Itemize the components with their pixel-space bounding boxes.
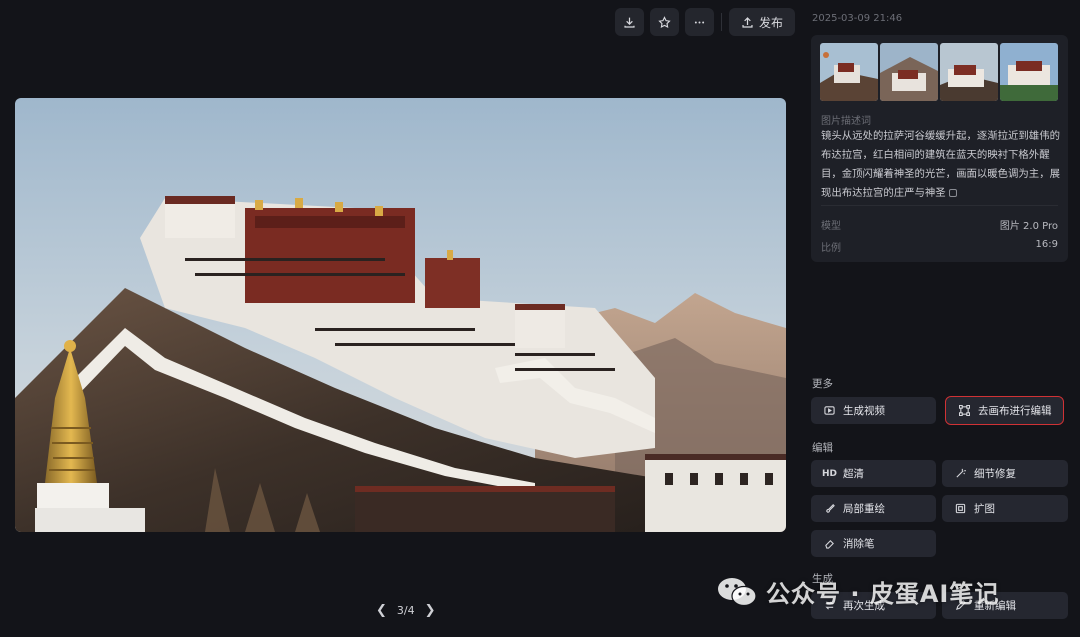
model-row: 模型 图片 2.0 Pro [821,217,1058,232]
brush-icon [824,503,835,514]
edit-section-title: 编辑 [812,442,833,454]
expand-image-button[interactable]: 扩图 [942,495,1068,522]
detail-fix-label: 细节修复 [974,468,1016,480]
expand-icon [955,503,966,514]
generate-video-label: 生成视频 [843,405,885,417]
hd-icon: HD [822,468,838,479]
more-button[interactable] [685,8,714,36]
detail-fix-button[interactable]: 细节修复 [942,460,1068,487]
star-icon [658,15,671,28]
publish-label: 发布 [759,15,784,30]
description-label: 图片描述词 [821,116,871,127]
generate-video-button[interactable]: 生成视频 [811,397,936,424]
publish-button[interactable]: 发布 [729,8,796,36]
info-card: 图片描述词 镜头从远处的拉萨河谷缓缓升起，逐渐拉近到雄伟的布达拉宫，红白相间的建… [811,35,1068,262]
more-icon [694,21,705,23]
edit-on-canvas-label: 去画布进行编辑 [978,405,1052,417]
ratio-value: 16:9 [1035,239,1058,250]
wechat-logo-icon [718,577,757,606]
model-value: 图片 2.0 Pro [999,221,1058,232]
watermark: 公众号 · 皮蛋AI笔记 [716,574,999,609]
edit-on-canvas-button[interactable]: 去画布进行编辑 [945,396,1064,425]
magic-wand-icon [955,468,966,479]
image-pager: ❮ 3/4 ❯ [376,603,436,618]
description-text: 镜头从远处的拉萨河谷缓缓升起，逐渐拉近到雄伟的布达拉宫，红白相间的建筑在蓝天的映… [821,130,1060,199]
expand-label: 扩图 [974,503,995,515]
eraser-button[interactable]: 消除笔 [811,530,936,557]
copy-icon[interactable] [948,189,957,197]
download-icon [624,17,635,28]
hd-upscale-button[interactable]: HD 超清 [811,460,936,487]
thumbnail[interactable] [880,43,938,101]
partial-redraw-button[interactable]: 局部重绘 [811,495,936,522]
favorite-button[interactable] [650,8,679,36]
upload-icon [742,16,753,28]
model-label: 模型 [821,221,841,232]
pager-count: 3/4 [396,604,415,617]
top-toolbar: 发布 [615,8,796,36]
divider [821,205,1058,206]
main-image[interactable] [15,98,786,532]
thumbnail[interactable] [940,43,998,101]
eraser-label: 消除笔 [843,538,875,550]
download-button[interactable] [615,8,644,36]
ratio-label: 比例 [821,243,841,254]
eraser-icon [824,538,835,549]
video-icon [824,405,835,416]
canvas-icon [959,405,970,416]
prev-arrow-icon[interactable]: ❮ [376,603,387,618]
toolbar-divider [721,13,722,31]
potala-palace-image [15,98,786,532]
ratio-row: 比例 16:9 [821,239,1058,254]
next-arrow-icon[interactable]: ❯ [425,603,436,618]
watermark-text: 公众号 · 皮蛋AI笔记 [766,580,1000,608]
partial-redraw-label: 局部重绘 [843,503,885,515]
thumbnail-strip [820,43,1058,101]
thumbnail[interactable] [820,43,878,101]
timestamp: 2025-03-09 21:46 [812,13,903,24]
more-section-title: 更多 [812,378,833,390]
thumbnail[interactable] [1000,43,1058,101]
hd-label: 超清 [843,468,864,480]
